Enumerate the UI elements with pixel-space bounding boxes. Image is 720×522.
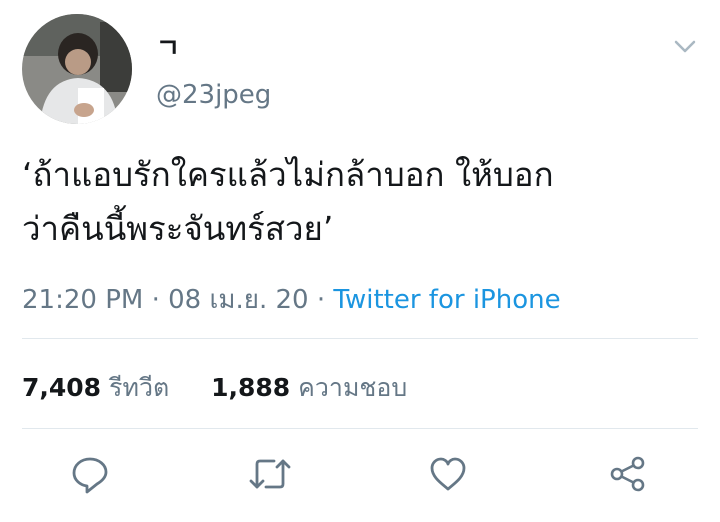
tweet-date: 08 เม.ย. 20 <box>168 285 309 315</box>
action-bar <box>0 452 720 500</box>
likes-stat[interactable]: 1,888 ความชอบ <box>211 368 407 408</box>
like-button[interactable] <box>426 452 470 496</box>
share-icon <box>610 456 645 492</box>
display-name[interactable]: ㄱ <box>156 28 180 65</box>
avatar-image <box>22 14 132 124</box>
meta-separator: · <box>316 285 326 315</box>
meta-separator: · <box>151 285 160 315</box>
tweet-text: ‘ถ้าแอบรักใครแล้วไม่กล้าบอก ให้บอก ว่าคื… <box>22 155 554 248</box>
likes-label: ความชอบ <box>298 373 408 402</box>
retweets-label: รีทวีต <box>109 373 170 402</box>
likes-count: 1,888 <box>211 373 291 402</box>
like-icon <box>430 457 466 491</box>
retweets-stat[interactable]: 7,408 รีทวีต <box>22 368 169 408</box>
reply-icon <box>72 457 108 494</box>
reply-button[interactable] <box>68 452 112 496</box>
avatar[interactable] <box>22 14 132 124</box>
divider <box>22 338 698 339</box>
retweets-count: 7,408 <box>22 373 102 402</box>
chevron-down-icon[interactable] <box>668 30 702 64</box>
tweet-stats: 7,408 รีทวีต 1,888 ความชอบ <box>22 368 407 408</box>
tweet-metadata: 21:20 PM · 08 เม.ย. 20 · Twitter for iPh… <box>22 279 561 320</box>
retweet-icon <box>249 459 291 489</box>
tweet-source-link[interactable]: Twitter for iPhone <box>333 285 560 315</box>
divider <box>22 428 698 429</box>
user-handle[interactable]: @23jpeg <box>156 80 271 110</box>
tweet-time: 21:20 PM <box>22 285 144 315</box>
retweet-button[interactable] <box>248 452 292 496</box>
share-button[interactable] <box>606 452 650 496</box>
